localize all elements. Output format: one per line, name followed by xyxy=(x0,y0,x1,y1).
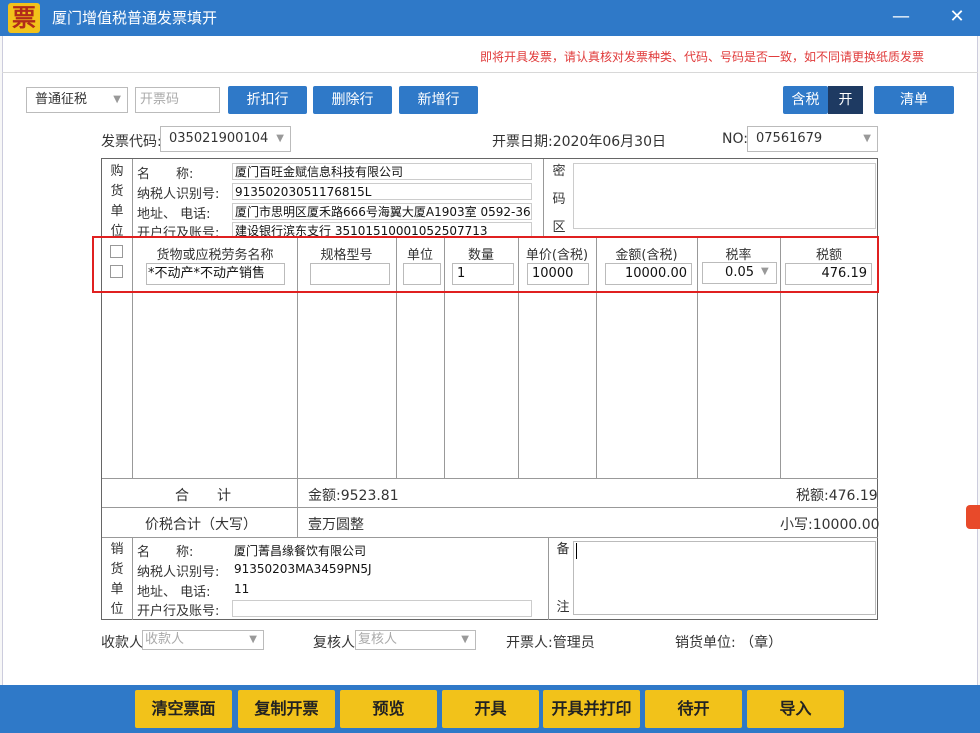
pending-button[interactable]: 待开 xyxy=(645,690,742,728)
seller-char: 货 xyxy=(110,562,124,577)
window-title: 厦门增值税普通发票填开 xyxy=(52,9,218,27)
item-row-highlight xyxy=(92,236,879,293)
divider xyxy=(102,537,878,538)
remark-textarea[interactable] xyxy=(573,541,876,615)
tax-mode-select[interactable]: 普通征税 ▼ xyxy=(26,87,128,113)
close-icon[interactable]: ✕ xyxy=(944,4,970,30)
tax-inclusive-label[interactable]: 含税 xyxy=(783,86,828,114)
tax-inclusive-toggle[interactable]: 开 xyxy=(828,86,863,114)
tax-mode-value: 普通征税 xyxy=(35,92,88,107)
list-button[interactable]: 清单 xyxy=(874,86,954,114)
secret-char: 码 xyxy=(552,192,566,207)
side-tab-icon[interactable] xyxy=(966,505,980,529)
add-row-button[interactable]: 新增行 xyxy=(399,86,478,114)
buyer-name-label: 名 称: xyxy=(137,167,194,182)
secret-code-box xyxy=(573,163,876,229)
grand-total-lower: 小写:10000.00 xyxy=(780,517,880,533)
import-button[interactable]: 导入 xyxy=(747,690,844,728)
divider xyxy=(102,507,878,508)
minimize-icon[interactable]: — xyxy=(888,4,914,30)
copy-invoice-button[interactable]: 复制开票 xyxy=(238,690,335,728)
clear-invoice-button[interactable]: 清空票面 xyxy=(135,690,232,728)
drawer-label: 开票人:管理员 xyxy=(506,635,595,651)
buyer-address-label: 地址、 电话: xyxy=(137,207,211,222)
buyer-char: 货 xyxy=(110,184,124,199)
secret-char: 密 xyxy=(552,164,566,179)
reviewer-label: 复核人: xyxy=(313,635,360,651)
seller-section-label: 销 货 单 位 xyxy=(103,540,131,620)
date-label-text: 开票日期: xyxy=(492,134,553,150)
seller-address-value: 11 xyxy=(234,582,250,596)
text-cursor xyxy=(576,543,577,559)
seller-bank-label: 开户行及账号: xyxy=(137,604,220,619)
total-tax: 税额:476.19 xyxy=(796,488,878,504)
divider xyxy=(2,72,978,73)
total-label: 合 计 xyxy=(175,488,231,504)
invoice-code-value: 035021900104 xyxy=(169,131,269,146)
chevron-down-icon: ▼ xyxy=(276,133,284,144)
buyer-taxid-field[interactable]: 91350203051176815L xyxy=(232,183,532,200)
date-value: 2020年06月30日 xyxy=(552,134,666,150)
seller-char: 销 xyxy=(110,542,124,557)
preview-button[interactable]: 预览 xyxy=(340,690,437,728)
seller-seal-label: 销货单位: （章） xyxy=(675,635,783,651)
chevron-down-icon: ▼ xyxy=(863,133,871,144)
seller-name-value: 厦门菁昌缘餐饮有限公司 xyxy=(234,544,367,558)
invoice-no-select[interactable]: 07561679 ▼ xyxy=(747,126,878,152)
chevron-down-icon: ▼ xyxy=(249,634,257,645)
grand-total-label: 价税合计（大写） xyxy=(145,517,257,533)
buyer-char: 购 xyxy=(110,164,124,179)
discount-row-button[interactable]: 折扣行 xyxy=(228,86,307,114)
seller-address-label: 地址、 电话: xyxy=(137,585,211,600)
divider xyxy=(102,478,878,479)
invoice-code-select[interactable]: 035021900104 ▼ xyxy=(160,126,291,152)
seller-char: 单 xyxy=(110,582,124,597)
reviewer-select[interactable]: 复核人 ▼ xyxy=(355,630,476,650)
warning-message: 即将开具发票，请认真核对发票种类、代码、号码是否一致，如不同请更换纸质发票 xyxy=(479,50,924,64)
delete-row-button[interactable]: 删除行 xyxy=(313,86,392,114)
issue-and-print-button[interactable]: 开具并打印 xyxy=(543,690,640,728)
buyer-name-field[interactable]: 厦门百旺金赋信息科技有限公司 xyxy=(232,163,532,180)
seller-taxid-label: 纳税人识别号: xyxy=(137,565,220,580)
invoice-no-label: NO: xyxy=(722,131,748,147)
title-bar: 票 厦门增值税普通发票填开 — ✕ xyxy=(0,0,980,36)
invoice-code-input[interactable]: 开票码 xyxy=(135,87,220,113)
seller-taxid-value: 91350203MA3459PN5J xyxy=(234,562,372,576)
buyer-section-label: 购 货 单 位 xyxy=(103,162,131,242)
payee-select[interactable]: 收款人 ▼ xyxy=(142,630,264,650)
total-amount: 金额:9523.81 xyxy=(308,488,399,504)
buyer-taxid-label: 纳税人识别号: xyxy=(137,187,220,202)
reviewer-placeholder: 复核人 xyxy=(358,632,398,647)
invoice-code-label: 发票代码: xyxy=(101,134,162,150)
seller-char: 位 xyxy=(110,602,124,617)
buyer-bank-label: 开户行及账号: xyxy=(137,226,220,236)
buyer-char: 单 xyxy=(110,204,124,219)
seller-bank-field[interactable] xyxy=(232,600,532,617)
buyer-address-field[interactable]: 厦门市思明区厦禾路666号海翼大厦A1903室 0592-3602 xyxy=(232,203,532,220)
buyer-bank-field[interactable]: 建设银行滨东支行 35101510001052507713 xyxy=(232,222,532,237)
chevron-down-icon: ▼ xyxy=(113,94,121,105)
payee-placeholder: 收款人 xyxy=(145,632,185,647)
invoice-date-label: 开票日期:2020年06月30日 xyxy=(492,131,666,151)
grand-total-upper: 壹万圆整 xyxy=(308,517,364,533)
seller-name-label: 名 称: xyxy=(137,545,194,560)
secret-char: 区 xyxy=(552,220,566,235)
divider xyxy=(132,538,133,620)
secret-zone-label: 密 码 区 xyxy=(545,162,573,238)
divider xyxy=(543,159,544,237)
divider xyxy=(132,159,133,237)
chevron-down-icon: ▼ xyxy=(461,634,469,645)
invoice-no-value: 07561679 xyxy=(756,131,823,146)
issue-button[interactable]: 开具 xyxy=(442,690,539,728)
invoice-app-icon: 票 xyxy=(8,3,40,33)
payee-label: 收款人: xyxy=(101,635,148,651)
